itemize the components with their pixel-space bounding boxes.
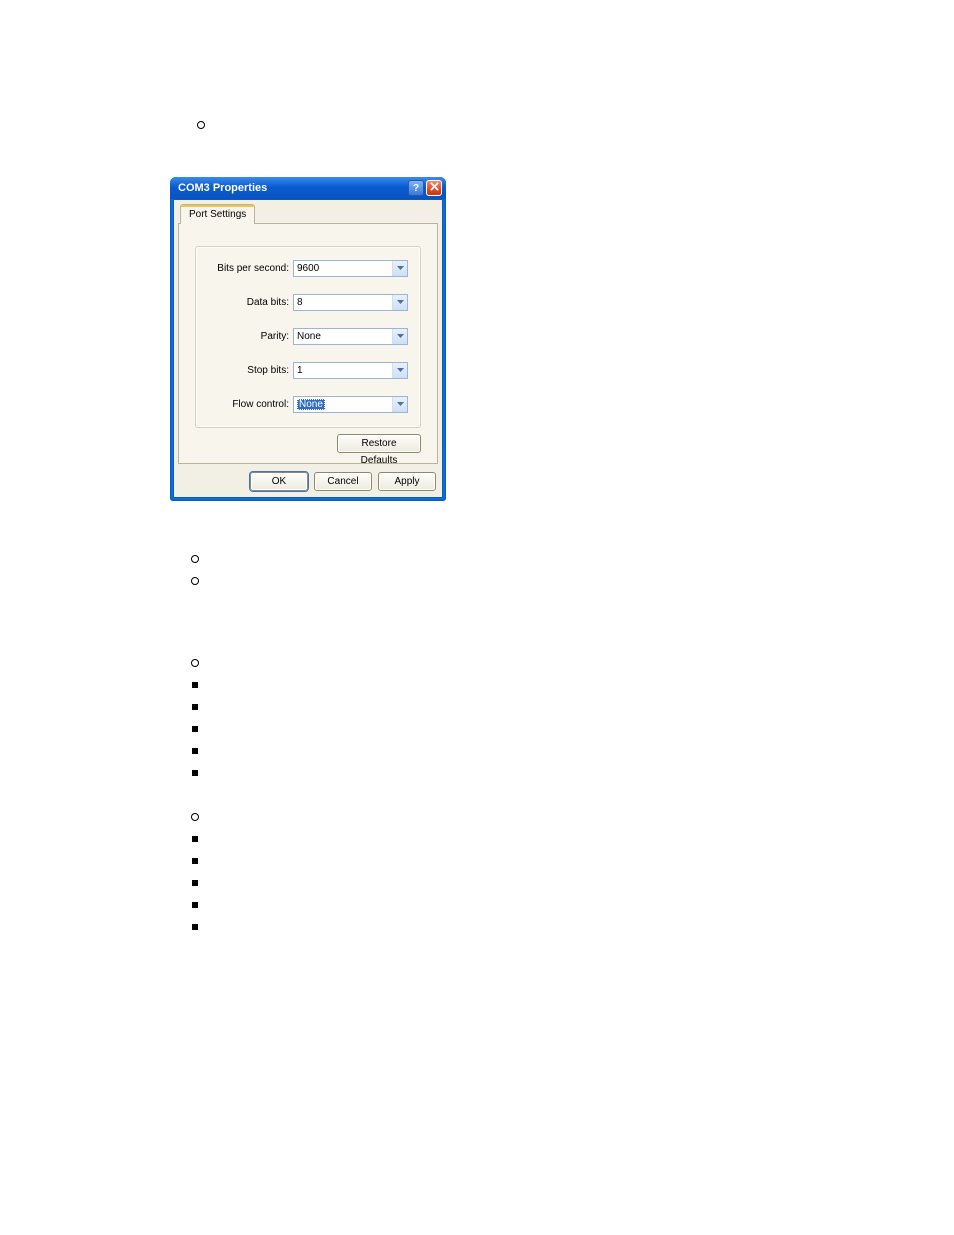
select-stop-bits[interactable]: 1 (293, 362, 408, 379)
square-bullet-icon (192, 836, 198, 842)
field-stop-bits: Stop bits: 1 (196, 361, 408, 379)
value-parity: None (297, 331, 321, 342)
settings-group: Bits per second: 9600 Data bits: 8 (195, 246, 421, 428)
com3-properties-dialog: COM3 Properties ? Port Settings Bits per… (170, 177, 446, 501)
square-bullet-icon (192, 858, 198, 864)
list-bullet (188, 718, 202, 740)
label-flow-control: Flow control: (196, 399, 293, 410)
ok-button[interactable]: OK (250, 472, 308, 491)
list-bullet (188, 570, 202, 592)
label-parity: Parity: (196, 331, 293, 342)
chevron-down-icon (392, 397, 407, 412)
select-flow-control[interactable]: None (293, 396, 408, 413)
square-bullet-icon (192, 880, 198, 886)
dialog-button-row: OK Cancel Apply (174, 468, 442, 497)
square-bullet-icon (192, 924, 198, 930)
close-button[interactable] (426, 180, 442, 196)
cancel-button[interactable]: Cancel (314, 472, 372, 491)
list-bullet (188, 674, 202, 696)
help-button[interactable]: ? (408, 180, 424, 196)
list-bullet (188, 548, 202, 570)
apply-button[interactable]: Apply (378, 472, 436, 491)
chevron-down-icon (392, 363, 407, 378)
list-bullet (188, 762, 202, 784)
field-bits-per-second: Bits per second: 9600 (196, 259, 408, 277)
hollow-circle-icon (191, 659, 199, 667)
label-data-bits: Data bits: (196, 297, 293, 308)
label-bits-per-second: Bits per second: (196, 263, 293, 274)
square-bullet-icon (192, 770, 198, 776)
field-flow-control: Flow control: None (196, 395, 408, 413)
close-icon (430, 182, 439, 191)
list-bullet (188, 894, 202, 916)
list-bullet (188, 872, 202, 894)
label-stop-bits: Stop bits: (196, 365, 293, 376)
list-bullet (188, 696, 202, 718)
list-bullet (188, 828, 202, 850)
select-bits-per-second[interactable]: 9600 (293, 260, 408, 277)
list-bullet (188, 652, 202, 674)
chevron-down-icon (392, 295, 407, 310)
titlebar[interactable]: COM3 Properties ? (170, 177, 446, 199)
field-parity: Parity: None (196, 327, 408, 345)
field-data-bits: Data bits: 8 (196, 293, 408, 311)
dialog-body: Port Settings Bits per second: 9600 (173, 199, 443, 498)
square-bullet-icon (192, 682, 198, 688)
page-root: COM3 Properties ? Port Settings Bits per… (0, 0, 954, 1235)
list-bullet (197, 116, 207, 126)
value-bits-per-second: 9600 (297, 263, 319, 274)
list-bullet (188, 806, 202, 828)
value-data-bits: 8 (297, 297, 303, 308)
list-bullet (188, 740, 202, 762)
value-stop-bits: 1 (297, 365, 303, 376)
chevron-down-icon (392, 261, 407, 276)
window-title: COM3 Properties (178, 182, 406, 194)
select-data-bits[interactable]: 8 (293, 294, 408, 311)
tab-port-settings[interactable]: Port Settings (180, 204, 255, 224)
list-bullet (188, 916, 202, 938)
hollow-circle-icon (191, 813, 199, 821)
bullet-marks-region (188, 548, 202, 938)
restore-defaults-button[interactable]: Restore Defaults (337, 434, 421, 453)
hollow-circle-icon (191, 577, 199, 585)
select-parity[interactable]: None (293, 328, 408, 345)
square-bullet-icon (192, 748, 198, 754)
hollow-circle-icon (191, 555, 199, 563)
tabpanel-port-settings: Bits per second: 9600 Data bits: 8 (178, 223, 438, 464)
square-bullet-icon (192, 726, 198, 732)
square-bullet-icon (192, 902, 198, 908)
hollow-circle-icon (197, 121, 205, 129)
value-flow-control: None (297, 399, 325, 410)
tabstrip: Port Settings (178, 204, 438, 224)
list-bullet (188, 850, 202, 872)
square-bullet-icon (192, 704, 198, 710)
chevron-down-icon (392, 329, 407, 344)
